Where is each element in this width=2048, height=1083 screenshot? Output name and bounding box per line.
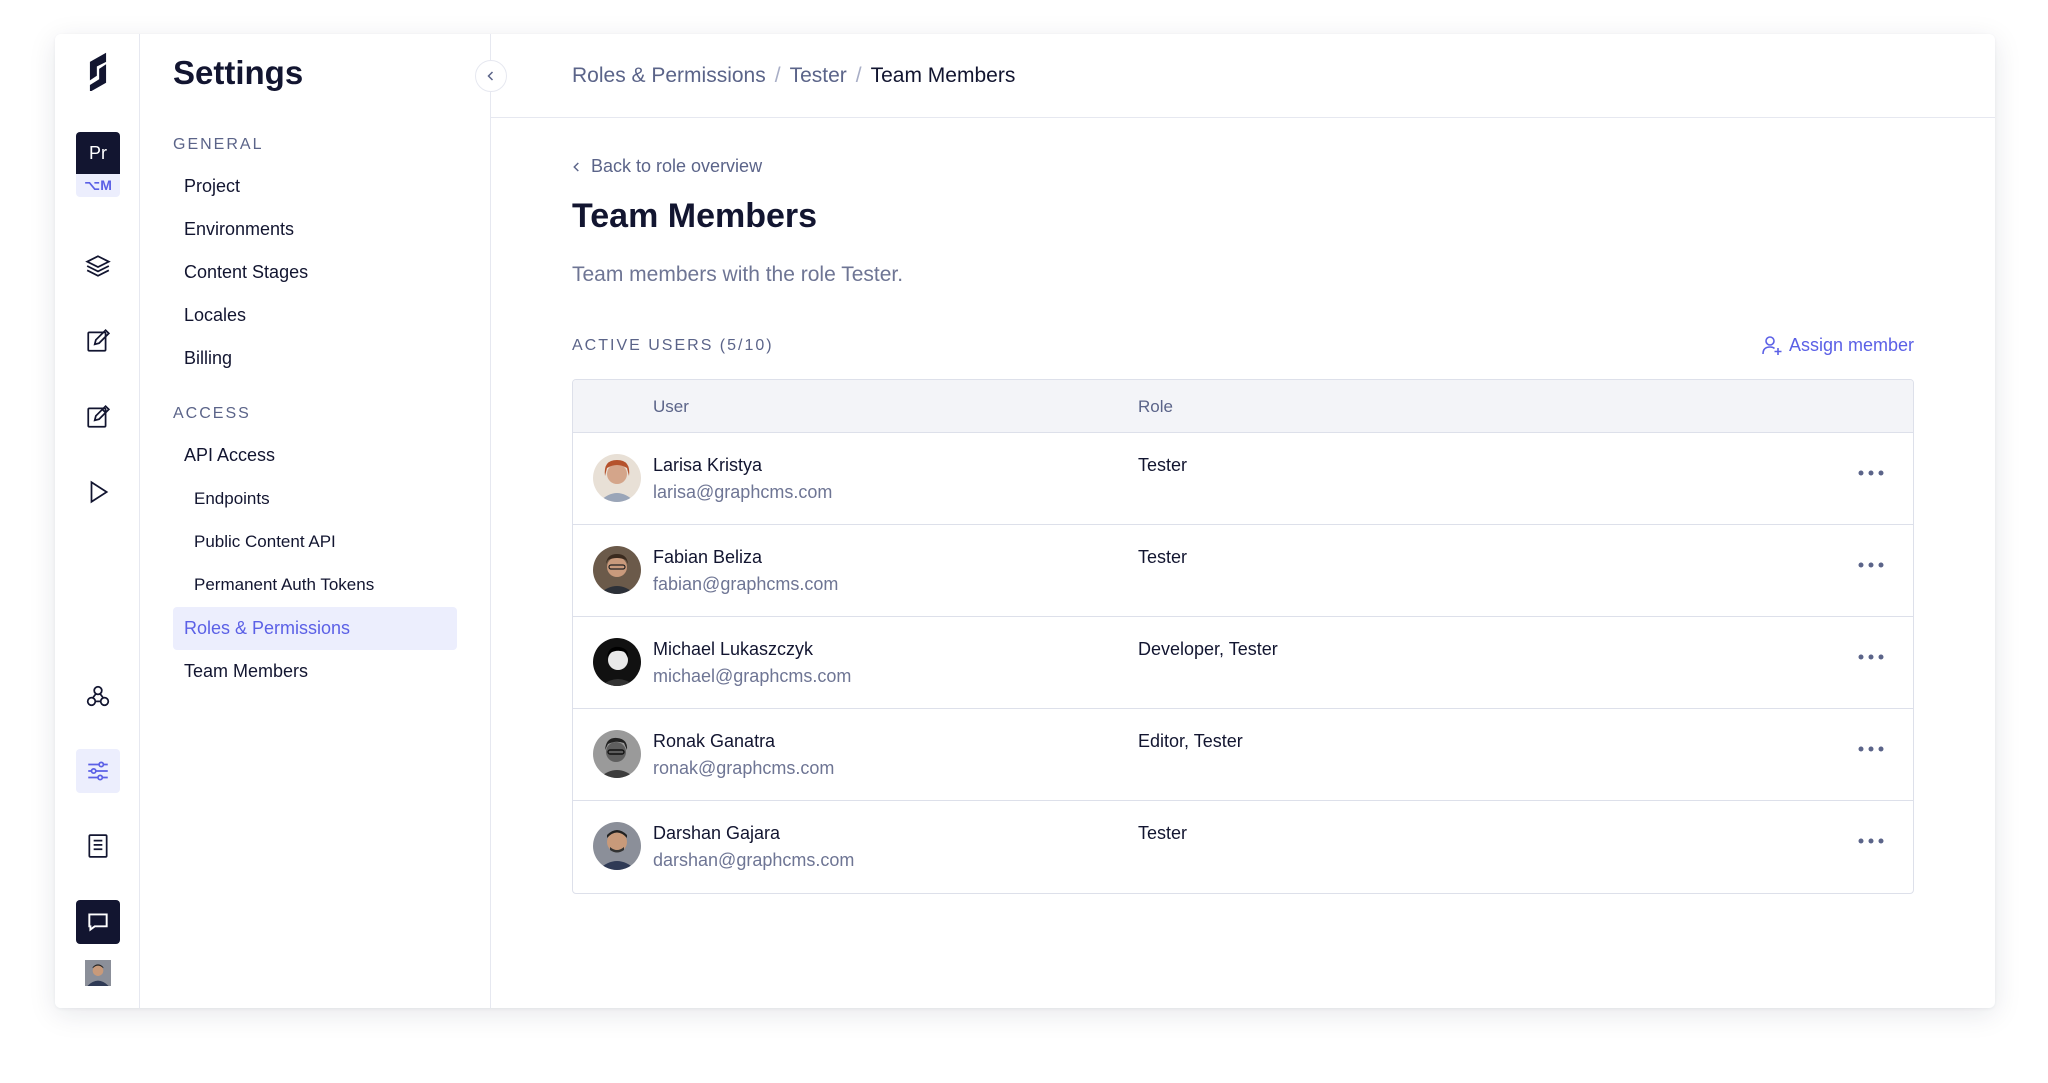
sidebar-item-label: Permanent Auth Tokens (194, 574, 375, 594)
breadcrumb-roles-permissions[interactable]: Roles & Permissions (572, 64, 766, 88)
sidebar-item-content-stages[interactable]: Content Stages (173, 251, 457, 294)
sidebar-item-billing[interactable]: Billing (173, 337, 457, 380)
assign-member-label: Assign member (1788, 334, 1914, 355)
row-more-button[interactable] (1853, 461, 1889, 485)
row-more-button[interactable] (1853, 553, 1889, 577)
sidebar-item-label: Billing (184, 348, 233, 368)
user-name: Ronak Ganatra (653, 731, 776, 751)
active-users-label: ACTIVE USERS (5/10) (572, 337, 774, 354)
general-section-label: GENERAL (173, 136, 264, 153)
breadcrumb: Roles & Permissions / Tester / Team Memb… (491, 34, 1995, 118)
user-name: Darshan Gajara (653, 823, 781, 843)
back-to-role-overview-link[interactable]: Back to role overview (572, 156, 762, 177)
user-role: Tester (1138, 823, 1188, 843)
content-edit-alt-icon[interactable] (76, 395, 120, 439)
column-header-role: Role (1138, 397, 1173, 416)
content-edit-icon[interactable] (76, 319, 120, 363)
user-email: darshan@graphcms.com (653, 850, 855, 870)
sidebar-item-api-access[interactable]: API Access (173, 434, 457, 477)
icon-rail: Pr ⌥M (55, 34, 140, 1008)
sidebar-item-label: Project (184, 176, 241, 196)
sidebar-item-project[interactable]: Project (173, 165, 457, 208)
main-content: Roles & Permissions / Tester / Team Memb… (491, 34, 1995, 1008)
more-horizontal-icon (1858, 470, 1884, 476)
sidebar-item-roles-permissions[interactable]: Roles & Permissions (173, 607, 457, 650)
sidebar-item-label: Public Content API (194, 531, 336, 551)
chevron-left-icon (573, 161, 579, 172)
avatar (593, 822, 641, 870)
row-more-button[interactable] (1853, 829, 1889, 853)
sidebar-item-public-content-api[interactable]: Public Content API (173, 520, 457, 563)
user-name: Michael Lukaszczyk (653, 639, 814, 659)
playground-play-icon[interactable] (76, 470, 120, 514)
avatar (593, 638, 641, 686)
sidebar-item-endpoints[interactable]: Endpoints (173, 477, 457, 520)
settings-sidebar: Settings GENERAL Project Environments Co… (140, 34, 507, 1008)
table-row[interactable]: Darshan Gajara darshan@graphcms.com Test… (573, 801, 1913, 893)
sidebar-item-label: Content Stages (184, 262, 309, 282)
sidebar-item-locales[interactable]: Locales (173, 294, 457, 337)
user-email: michael@graphcms.com (653, 666, 852, 686)
table-row[interactable]: Fabian Beliza fabian@graphcms.com Tester (573, 525, 1913, 617)
row-more-button[interactable] (1853, 645, 1889, 669)
sidebar-item-permanent-auth-tokens[interactable]: Permanent Auth Tokens (173, 563, 457, 606)
user-email: larisa@graphcms.com (653, 482, 833, 502)
sidebar-item-label: Team Members (184, 661, 309, 681)
project-switcher-button[interactable]: Pr (76, 132, 120, 174)
environment-badge[interactable]: ⌥M (76, 174, 120, 197)
sidebar-item-label: Environments (184, 219, 295, 239)
breadcrumb-tester[interactable]: Tester (790, 64, 847, 88)
breadcrumb-team-members: Team Members (870, 63, 1016, 87)
chat-support-icon[interactable] (76, 900, 120, 944)
sidebar-item-label: Roles & Permissions (184, 618, 351, 638)
user-role: Developer, Tester (1138, 639, 1278, 659)
user-role: Editor, Tester (1138, 731, 1243, 751)
schema-layers-icon[interactable] (76, 244, 120, 288)
team-members-table: User Role Larisa Kristya larisa@graphcms… (572, 379, 1914, 894)
table-header: User Role (573, 380, 1913, 433)
app-window: Pr ⌥M Settings GENERAL Project Environme… (55, 34, 1995, 1008)
breadcrumb-separator: / (774, 63, 781, 87)
user-role: Tester (1138, 455, 1188, 475)
user-name: Larisa Kristya (653, 455, 763, 475)
avatar (593, 730, 641, 778)
row-more-button[interactable] (1853, 737, 1889, 761)
sidebar-item-team-members[interactable]: Team Members (173, 650, 457, 693)
sidebar-title: Settings (173, 54, 304, 91)
more-horizontal-icon (1858, 746, 1884, 752)
settings-sliders-icon[interactable] (76, 749, 120, 793)
breadcrumb-separator: / (855, 63, 862, 87)
user-role: Tester (1138, 547, 1188, 567)
user-email: fabian@graphcms.com (653, 574, 839, 594)
user-plus-icon (1762, 336, 1782, 355)
access-section-label: ACCESS (173, 405, 251, 422)
sidebar-item-label: Endpoints (194, 488, 270, 508)
table-row[interactable]: Larisa Kristya larisa@graphcms.com Teste… (573, 433, 1913, 525)
project-initials: Pr (89, 142, 107, 163)
webhooks-icon[interactable] (76, 674, 120, 718)
docs-icon[interactable] (76, 824, 120, 868)
page-description: Team members with the role Tester. (572, 263, 904, 286)
more-horizontal-icon (1858, 562, 1884, 568)
sidebar-item-environments[interactable]: Environments (173, 208, 457, 251)
more-horizontal-icon (1858, 654, 1884, 660)
sidebar-item-label: API Access (184, 445, 276, 465)
assign-member-button[interactable]: Assign member (1761, 334, 1914, 356)
back-link-label: Back to role overview (591, 156, 763, 176)
column-header-user: User (653, 397, 689, 416)
sidebar-item-label: Locales (184, 305, 247, 325)
user-email: ronak@graphcms.com (653, 758, 835, 778)
user-avatar[interactable] (76, 951, 120, 995)
more-horizontal-icon (1858, 838, 1884, 844)
graphcms-logo-icon[interactable] (76, 48, 120, 92)
user-name: Fabian Beliza (653, 547, 763, 567)
table-row[interactable]: Ronak Ganatra ronak@graphcms.com Editor,… (573, 709, 1913, 801)
avatar (593, 546, 641, 594)
avatar (593, 454, 641, 502)
table-row[interactable]: Michael Lukaszczyk michael@graphcms.com … (573, 617, 1913, 709)
environment-label: ⌥M (84, 177, 112, 193)
page-title: Team Members (572, 197, 818, 235)
